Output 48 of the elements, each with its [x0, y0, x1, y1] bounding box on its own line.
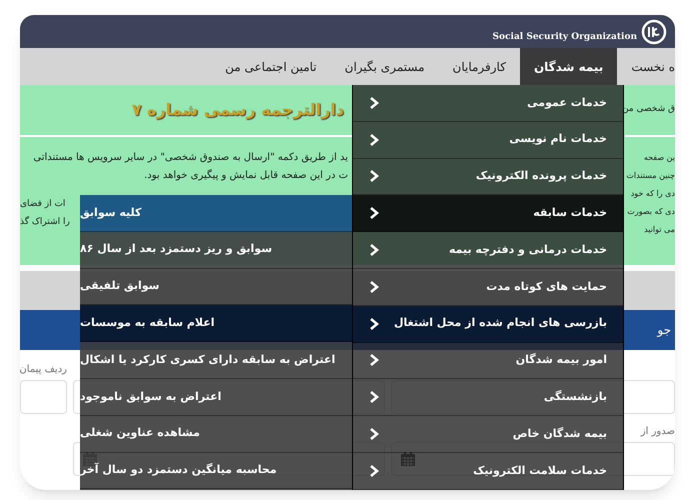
- nav-tab[interactable]: تامین اجتماعی من: [211, 48, 331, 85]
- chevron-icon: [369, 280, 379, 293]
- menu-item[interactable]: بیمه شدگان خاص: [353, 416, 623, 453]
- field-label: صدور از: [640, 425, 675, 438]
- chevron-icon: [369, 391, 379, 404]
- input-field[interactable]: [20, 380, 67, 414]
- submenu-item[interactable]: مشاهده عناوین شغلی: [80, 416, 352, 453]
- chevron-icon: [369, 244, 379, 256]
- chevron-icon: [369, 207, 379, 220]
- notice-text: ید از طریق دکمه "ارسال به صندوق شخصی" در سایر سرویس ها مستنداتی: [33, 151, 349, 165]
- nav-tab[interactable]: بیمه شدگان: [520, 48, 618, 85]
- chevron-icon: [369, 318, 379, 330]
- search-bar-title: جو: [657, 322, 671, 339]
- submenu-item[interactable]: سوابق و ریز دستمزد بعد از سال ۸۶: [80, 232, 352, 269]
- menu-item[interactable]: خدمات سلامت الکترونیک: [353, 452, 623, 490]
- submenu-item[interactable]: اعتراض به سوابق ناموجود: [80, 378, 352, 416]
- submenu-item[interactable]: محاسبه میانگین دستمزد دو سال آخر: [80, 452, 352, 490]
- logo-icon: [641, 18, 667, 44]
- notice-text: می توانید: [644, 224, 675, 236]
- chevron-icon: [369, 134, 379, 146]
- nav-tab[interactable]: کارفرمایان: [438, 48, 520, 85]
- menu-item[interactable]: خدمات عمومی: [353, 85, 623, 122]
- menu-item[interactable]: خدمات نام نویسی: [353, 122, 623, 159]
- menu-item[interactable]: امور بیمه شدگان: [353, 342, 623, 380]
- menu-item[interactable]: خدمات درمانی و دفترچه بیمه: [353, 232, 623, 269]
- notice-text: دی را که خود: [630, 188, 675, 200]
- notice-text: چنین مستندات: [626, 170, 675, 182]
- notice-text: ات از فضای: [20, 198, 66, 211]
- chevron-icon: [369, 170, 379, 182]
- nav-tab[interactable]: ه نخست: [617, 48, 675, 85]
- submenu-item[interactable]: اعتراض به سابقه دارای کسری کارکرد یا اشکال: [80, 342, 352, 379]
- field-label: ردیف پیمان: [20, 363, 67, 376]
- chevron-icon: [369, 96, 379, 109]
- notice-title: دارالترجمه رسمی شماره ۷: [132, 99, 344, 121]
- notice-text: ت در این صفحه قابل نمایش و پیگیری خواهد بود.: [144, 168, 349, 183]
- organization-name: Social Security Organization: [492, 30, 637, 44]
- menu-item[interactable]: خدمات سابقه: [353, 195, 623, 232]
- notice-text: ین صفحه: [644, 152, 675, 164]
- menu-item[interactable]: بازنشستگی: [353, 379, 623, 416]
- notice-text: را اشتراک گذ: [20, 215, 70, 229]
- chevron-icon: [369, 428, 379, 440]
- submenu-item[interactable]: کلیه سوابق: [80, 195, 352, 232]
- chevron-icon: [369, 354, 379, 366]
- chevron-icon: [369, 464, 379, 477]
- menu-item[interactable]: بازرسی های انجام شده از محل اشتغال: [353, 306, 623, 343]
- nav-tab[interactable]: مستمری بگیران: [330, 48, 439, 85]
- notice-text: دی که بصورت: [627, 206, 675, 218]
- submenu-item[interactable]: اعلام سابقه به موسسات: [80, 305, 352, 342]
